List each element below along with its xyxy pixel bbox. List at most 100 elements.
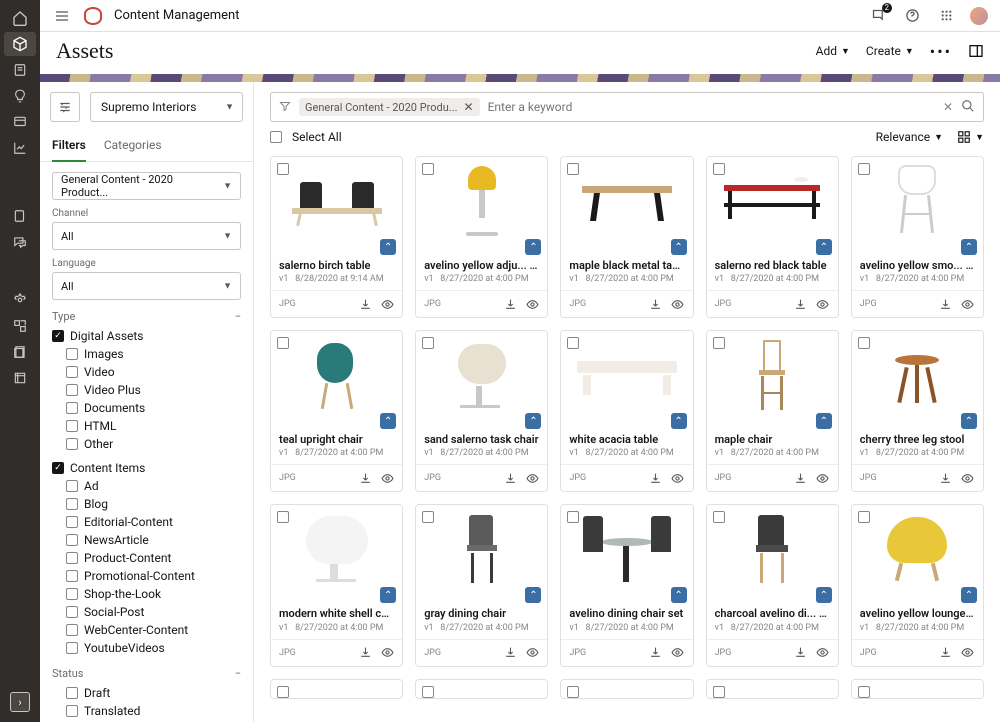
notifications-icon[interactable]: 2 xyxy=(868,6,888,26)
asset-checkbox[interactable] xyxy=(858,337,870,349)
asset-card[interactable]: ⌃white acacia tablev1 8/27/2020 at 4:00 … xyxy=(560,330,693,492)
filter-ci-blog[interactable]: Blog xyxy=(52,495,241,513)
asset-checkbox[interactable] xyxy=(567,163,579,175)
filter-settings-icon[interactable] xyxy=(50,92,80,122)
asset-checkbox[interactable] xyxy=(713,163,725,175)
download-icon[interactable] xyxy=(649,297,663,311)
asset-checkbox[interactable] xyxy=(567,511,579,523)
preview-icon[interactable] xyxy=(816,471,830,485)
asset-card[interactable] xyxy=(415,679,548,699)
asset-checkbox[interactable] xyxy=(858,163,870,175)
filter-da-html[interactable]: HTML xyxy=(52,417,241,435)
more-actions-icon[interactable]: ••• xyxy=(930,42,952,61)
filter-da-documents[interactable]: Documents xyxy=(52,399,241,417)
preview-icon[interactable] xyxy=(671,471,685,485)
asset-card[interactable]: ⌃gray dining chairv1 8/27/2020 at 4:00 P… xyxy=(415,504,548,666)
filter-status-draft[interactable]: Draft xyxy=(52,684,241,702)
preview-icon[interactable] xyxy=(671,297,685,311)
search-icon[interactable] xyxy=(961,99,975,116)
clear-search-icon[interactable]: ✕ xyxy=(943,100,953,114)
channel-select[interactable]: All▼ xyxy=(52,222,241,250)
asset-checkbox[interactable] xyxy=(713,337,725,349)
sort-select[interactable]: Relevance▼ xyxy=(876,130,943,144)
download-icon[interactable] xyxy=(358,471,372,485)
select-all-label[interactable]: Select All xyxy=(292,130,342,144)
download-icon[interactable] xyxy=(939,646,953,660)
filter-ci-youtubevideos[interactable]: YoutubeVideos xyxy=(52,639,241,657)
asset-checkbox[interactable] xyxy=(422,686,434,698)
asset-checkbox[interactable] xyxy=(422,337,434,349)
asset-checkbox[interactable] xyxy=(277,163,289,175)
asset-card[interactable]: ⌃teal upright chairv1 8/27/2020 at 4:00 … xyxy=(270,330,403,492)
asset-card[interactable]: ⌃avelino yellow adju... stoolv1 8/27/202… xyxy=(415,156,548,318)
asset-card[interactable]: ⌃charcoal avelino di... chairv1 8/27/202… xyxy=(706,504,839,666)
preview-icon[interactable] xyxy=(961,471,975,485)
download-icon[interactable] xyxy=(503,471,517,485)
download-icon[interactable] xyxy=(794,297,808,311)
asset-checkbox[interactable] xyxy=(858,511,870,523)
rail-sites-icon[interactable] xyxy=(4,110,36,134)
rail-analytics-icon[interactable] xyxy=(4,136,36,160)
download-icon[interactable] xyxy=(794,471,808,485)
asset-card[interactable]: ⌃avelino dining chair setv1 8/27/2020 at… xyxy=(560,504,693,666)
preview-icon[interactable] xyxy=(671,646,685,660)
asset-checkbox[interactable] xyxy=(858,686,870,698)
download-icon[interactable] xyxy=(649,646,663,660)
preview-icon[interactable] xyxy=(816,297,830,311)
repository-select[interactable]: Supremo Interiors ▼ xyxy=(90,92,243,122)
view-toggle-icon[interactable]: ▼ xyxy=(957,130,984,144)
chip-remove-icon[interactable]: ✕ xyxy=(464,100,474,114)
filter-ci-newsarticle[interactable]: NewsArticle xyxy=(52,531,241,549)
rail-integrations-icon[interactable] xyxy=(4,314,36,338)
asset-checkbox[interactable] xyxy=(277,686,289,698)
rail-home-icon[interactable] xyxy=(4,6,36,30)
download-icon[interactable] xyxy=(649,471,663,485)
download-icon[interactable] xyxy=(503,297,517,311)
add-button[interactable]: Add▼ xyxy=(816,44,850,58)
asset-card[interactable]: ⌃avelino yellow smo... stoolv1 8/27/2020… xyxy=(851,156,984,318)
preview-icon[interactable] xyxy=(525,646,539,660)
asset-card[interactable]: ⌃modern white shell chairv1 8/27/2020 at… xyxy=(270,504,403,666)
filter-status-translated[interactable]: Translated xyxy=(52,702,241,720)
asset-card[interactable] xyxy=(706,679,839,699)
asset-checkbox[interactable] xyxy=(422,511,434,523)
rail-assets-icon[interactable] xyxy=(4,32,36,56)
collection-select[interactable]: General Content - 2020 Product... ▼ xyxy=(52,172,241,200)
filter-ci-product-content[interactable]: Product-Content xyxy=(52,549,241,567)
rail-conversations-icon[interactable] xyxy=(4,230,36,254)
filter-da-images[interactable]: Images xyxy=(52,345,241,363)
filter-ci-shop-the-look[interactable]: Shop-the-Look xyxy=(52,585,241,603)
rail-content-icon[interactable] xyxy=(4,58,36,82)
asset-card[interactable]: ⌃maple chairv1 8/27/2020 at 4:00 PMJPG xyxy=(706,330,839,492)
rail-capture-icon[interactable] xyxy=(4,340,36,364)
menu-icon[interactable] xyxy=(52,6,72,26)
download-icon[interactable] xyxy=(939,471,953,485)
collapse-icon[interactable]: − xyxy=(235,310,241,323)
language-select[interactable]: All▼ xyxy=(52,272,241,300)
filter-icon[interactable] xyxy=(279,100,291,115)
asset-card[interactable]: ⌃sand salerno task chairv1 8/27/2020 at … xyxy=(415,330,548,492)
asset-card[interactable]: ⌃maple black metal tablev1 8/27/2020 at … xyxy=(560,156,693,318)
tab-categories[interactable]: Categories xyxy=(104,132,162,161)
asset-card[interactable]: ⌃avelino yellow loungechairv1 8/27/2020 … xyxy=(851,504,984,666)
filter-ci-editorial-content[interactable]: Editorial-Content xyxy=(52,513,241,531)
filter-ci-social-post[interactable]: Social-Post xyxy=(52,603,241,621)
asset-card[interactable] xyxy=(270,679,403,699)
tab-filters[interactable]: Filters xyxy=(52,132,86,162)
asset-checkbox[interactable] xyxy=(277,337,289,349)
rail-recommendations-icon[interactable] xyxy=(4,84,36,108)
asset-checkbox[interactable] xyxy=(713,686,725,698)
asset-card[interactable]: ⌃salerno red black tablev1 8/27/2020 at … xyxy=(706,156,839,318)
preview-icon[interactable] xyxy=(961,646,975,660)
preview-icon[interactable] xyxy=(380,646,394,660)
filter-da-video-plus[interactable]: Video Plus xyxy=(52,381,241,399)
filter-content-items[interactable]: ✓Content Items xyxy=(52,459,241,477)
filter-da-video[interactable]: Video xyxy=(52,363,241,381)
asset-checkbox[interactable] xyxy=(277,511,289,523)
download-icon[interactable] xyxy=(503,646,517,660)
download-icon[interactable] xyxy=(358,297,372,311)
preview-icon[interactable] xyxy=(525,471,539,485)
rail-collaboration-icon[interactable] xyxy=(4,204,36,228)
filter-ci-webcenter-content[interactable]: WebCenter-Content xyxy=(52,621,241,639)
asset-checkbox[interactable] xyxy=(422,163,434,175)
